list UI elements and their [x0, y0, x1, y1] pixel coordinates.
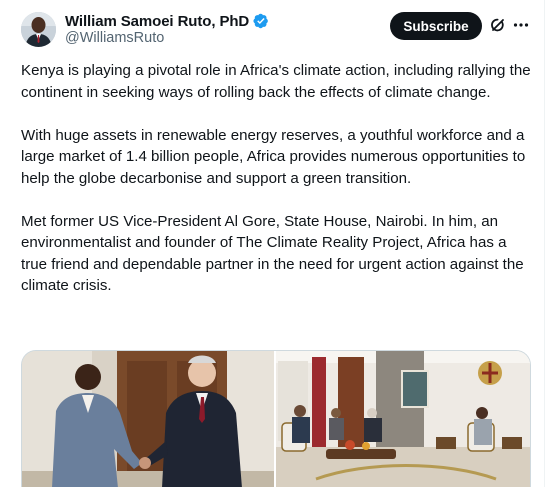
post-paragraph-1: Kenya is playing a pivotal role in Afric… — [21, 62, 531, 101]
handshake-photo[interactable] — [22, 351, 275, 487]
author-display-name[interactable]: William Samoei Ruto, PhD — [65, 13, 249, 30]
post-paragraph-2: With huge assets in renewable energy res… — [21, 126, 526, 187]
author-avatar[interactable] — [21, 12, 56, 47]
meeting-room-photo[interactable] — [276, 351, 530, 487]
grok-icon[interactable] — [489, 16, 507, 34]
author-handle[interactable]: @WilliamsRuto — [65, 30, 164, 46]
author-name-row: William Samoei Ruto, PhD — [65, 12, 269, 30]
verified-badge-icon — [253, 13, 269, 29]
post: William Samoei Ruto, PhD @WilliamsRuto S… — [0, 0, 546, 487]
timeline-divider — [544, 0, 545, 487]
more-options-icon[interactable] — [513, 17, 529, 33]
post-paragraph-3: Met former US Vice-President Al Gore, St… — [21, 212, 524, 295]
post-text: Kenya is playing a pivotal role in Afric… — [21, 60, 536, 297]
post-media — [21, 350, 531, 487]
subscribe-button[interactable]: Subscribe — [390, 12, 482, 40]
